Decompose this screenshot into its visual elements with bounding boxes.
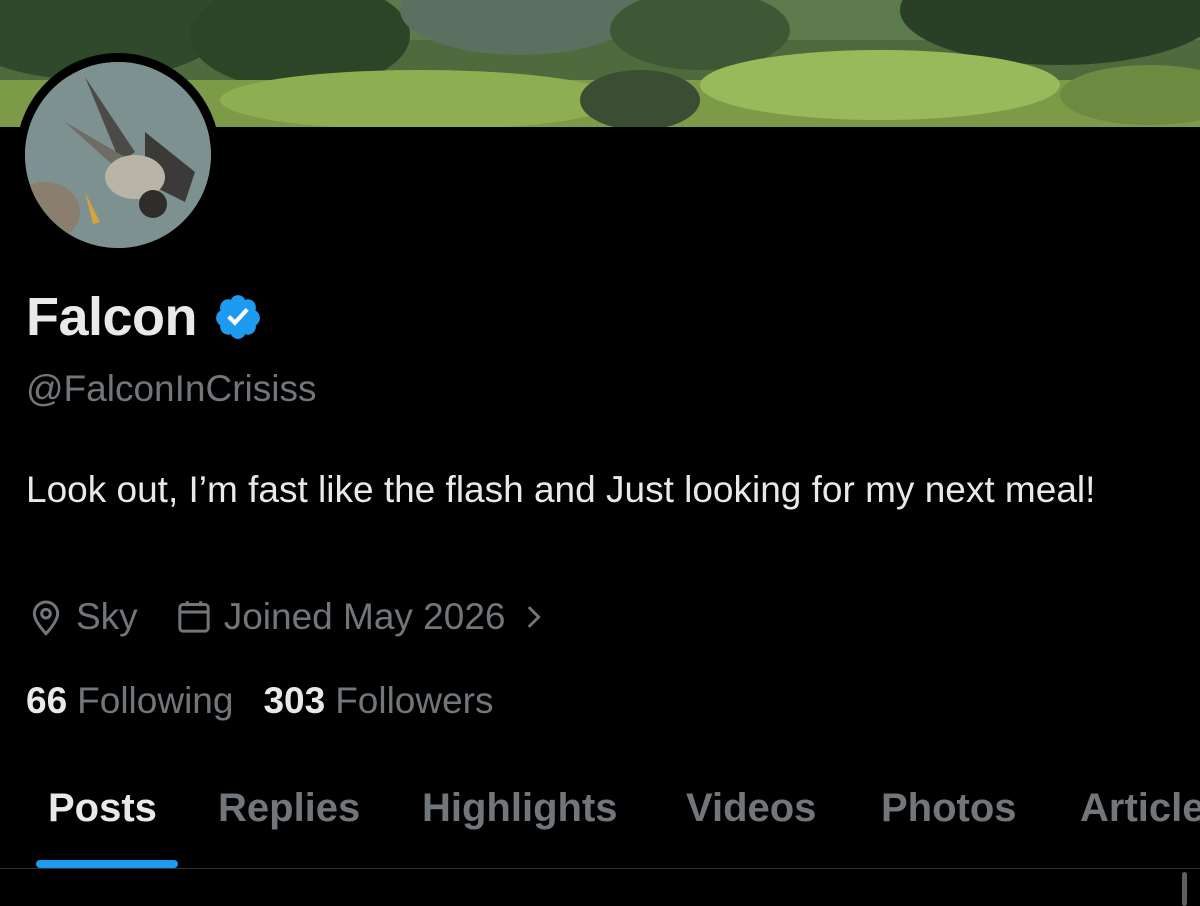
followers-label: Followers bbox=[335, 680, 494, 721]
falcon-avatar-image bbox=[25, 62, 211, 248]
followers-count: 303 bbox=[263, 680, 326, 721]
profile-avatar[interactable] bbox=[16, 53, 220, 257]
tab-videos[interactable]: Videos bbox=[686, 786, 816, 831]
tab-articles[interactable]: Articles bbox=[1080, 786, 1200, 831]
tab-posts[interactable]: Posts bbox=[48, 786, 157, 831]
following-label: Following bbox=[77, 680, 234, 721]
location: Sky bbox=[26, 596, 138, 638]
following-stat[interactable]: 66 Following bbox=[26, 680, 233, 722]
location-pin-icon bbox=[32, 600, 60, 636]
joined-label: Joined May 2026 bbox=[223, 596, 506, 637]
tabs-divider bbox=[0, 868, 1200, 869]
chevron-right-icon bbox=[527, 606, 541, 628]
profile-tabs: Posts Replies Highlights Videos Photos A… bbox=[0, 760, 1200, 868]
verified-badge-icon[interactable] bbox=[213, 292, 263, 342]
profile-bio: Look out, I’m fast like the flash and Ju… bbox=[26, 469, 1096, 510]
scrollbar[interactable] bbox=[1182, 872, 1187, 906]
tab-highlights[interactable]: Highlights bbox=[422, 786, 618, 831]
joined-date[interactable]: Joined May 2026 bbox=[174, 596, 560, 638]
calendar-icon bbox=[178, 601, 210, 633]
display-name: Falcon bbox=[26, 287, 198, 347]
active-tab-indicator bbox=[36, 860, 178, 868]
followers-stat[interactable]: 303 Followers bbox=[263, 680, 493, 722]
profile-handle: @FalconInCrisiss bbox=[26, 368, 317, 409]
following-count: 66 bbox=[26, 680, 68, 721]
location-label: Sky bbox=[76, 596, 138, 637]
tab-replies[interactable]: Replies bbox=[218, 786, 360, 831]
tab-photos[interactable]: Photos bbox=[881, 786, 1017, 831]
